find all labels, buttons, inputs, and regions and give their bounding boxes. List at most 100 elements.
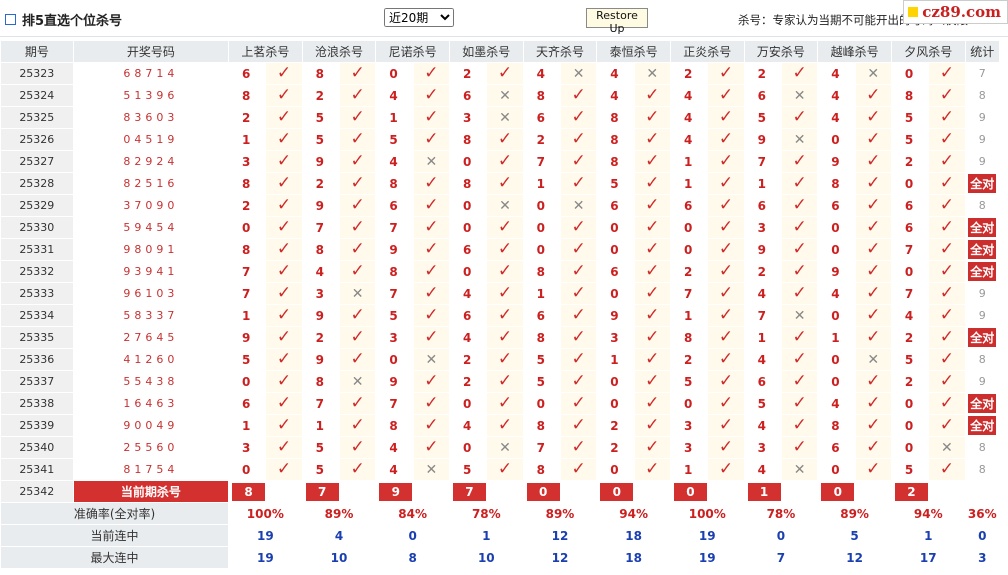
check-icon: ✓	[350, 217, 365, 237]
result-cell: ✓	[854, 84, 892, 107]
kill-value: 7	[522, 436, 561, 459]
check-icon: ✓	[497, 63, 513, 83]
kill-value: 6	[596, 260, 635, 283]
check-icon: ✓	[645, 239, 660, 259]
cross-icon: ✕	[425, 351, 438, 368]
result-cell: ✓	[338, 216, 377, 239]
kill-value: 0	[669, 216, 709, 239]
kill-value: 6	[743, 370, 782, 393]
check-icon: ✓	[350, 239, 365, 259]
check-icon: ✓	[424, 239, 439, 259]
kill-value: 0	[448, 260, 488, 283]
stat-count: 9	[978, 287, 986, 300]
result-cell: ✓	[265, 304, 303, 327]
kill-value: 0	[522, 392, 561, 415]
issue-cell: 25340	[0, 436, 74, 459]
check-icon: ✓	[497, 393, 513, 413]
result-cell: ✓	[412, 304, 450, 327]
issue-cell: 25333	[0, 282, 74, 305]
result-cell: ✓	[707, 458, 745, 481]
restore-up-button[interactable]: Restore Up	[586, 8, 648, 35]
site-logo[interactable]: cz89.com	[903, 0, 1008, 24]
kill-value: 7	[522, 150, 561, 173]
check-icon: ✓	[350, 63, 365, 83]
check-icon: ✓	[276, 371, 292, 391]
result-cell: ✓	[633, 238, 671, 261]
result-cell: ✓	[633, 216, 671, 239]
summary-value: 12	[522, 524, 598, 547]
current-kill-cell: 0	[596, 480, 671, 503]
kill-value: 0	[448, 194, 488, 217]
result-cell: ✓	[633, 326, 671, 349]
draw-numbers: 51396	[72, 84, 230, 107]
result-cell: ✓	[559, 172, 598, 195]
kill-value: 0	[448, 150, 488, 173]
check-icon: ✓	[424, 283, 439, 303]
kill-value: 0	[817, 370, 856, 393]
summary-value: 19	[228, 524, 303, 547]
kill-value: 4	[817, 282, 856, 305]
result-cell: ✕	[412, 348, 450, 371]
summary-total: 36%	[964, 502, 1001, 525]
stat-cell: 9	[964, 304, 1001, 327]
check-icon: ✓	[792, 173, 807, 193]
kill-value: 0	[890, 172, 930, 195]
check-icon: ✓	[276, 129, 292, 149]
max-streak-row: 最大连中 19 10 8 10 12 18 19 7 12 17 3	[0, 546, 1001, 569]
kill-value: 3	[228, 150, 267, 173]
cross-icon: ✕	[867, 65, 880, 82]
check-icon: ✓	[424, 63, 439, 83]
check-icon: ✓	[571, 371, 586, 391]
result-cell: ✕	[559, 62, 598, 85]
draw-numbers: 82924	[72, 150, 230, 173]
stat-cell: 全对	[964, 392, 1001, 415]
result-cell: ✓	[265, 216, 303, 239]
result-cell: ✓	[780, 392, 819, 415]
result-cell: ✓	[854, 128, 892, 151]
kill-value: 1	[375, 106, 414, 129]
period-select[interactable]: 近20期	[384, 8, 454, 27]
result-cell: ✓	[854, 370, 892, 393]
issue-cell: 25338	[0, 392, 74, 415]
issue-cell: 25329	[0, 194, 74, 217]
kill-value: 0	[669, 392, 709, 415]
check-icon: ✓	[718, 129, 734, 149]
check-icon: ✓	[276, 327, 292, 347]
check-icon: ✓	[939, 107, 955, 127]
kill-value: 5	[669, 370, 709, 393]
current-kill-value: 2	[894, 482, 928, 501]
result-cell: ✓	[486, 128, 524, 151]
header-stat: 统计	[964, 40, 1001, 63]
check-icon: ✓	[939, 415, 955, 435]
kill-value: 0	[817, 238, 856, 261]
result-cell: ✓	[633, 436, 671, 459]
current-kill-cell: 0	[817, 480, 892, 503]
kill-value: 1	[669, 458, 709, 481]
check-icon: ✓	[497, 173, 513, 193]
kill-value: 6	[522, 304, 561, 327]
current-kill-cell: 9	[375, 480, 450, 503]
current-stat	[964, 480, 1001, 503]
result-cell: ✓	[854, 326, 892, 349]
full-hit-badge: 全对	[968, 416, 997, 435]
kill-value: 9	[228, 326, 267, 349]
result-cell: ✕	[412, 458, 450, 481]
stat-cell: 9	[964, 128, 1001, 151]
check-icon: ✓	[276, 173, 292, 193]
result-cell: ✓	[412, 62, 450, 85]
check-icon: ✓	[350, 437, 365, 457]
current-kill-cell: 7	[448, 480, 524, 503]
kill-value: 9	[743, 128, 782, 151]
kill-value: 6	[596, 194, 635, 217]
kill-value: 9	[375, 370, 414, 393]
current-kill-value: 9	[379, 482, 413, 501]
issue-cell: 25337	[0, 370, 74, 393]
check-icon: ✓	[497, 283, 513, 303]
kill-value: 9	[817, 150, 856, 173]
summary-value: 1	[890, 524, 966, 547]
result-cell: ✓	[928, 172, 966, 195]
result-cell: ✓	[412, 84, 450, 107]
issue-cell: 25328	[0, 172, 74, 195]
kill-value: 6	[817, 194, 856, 217]
check-icon: ✓	[276, 63, 292, 83]
